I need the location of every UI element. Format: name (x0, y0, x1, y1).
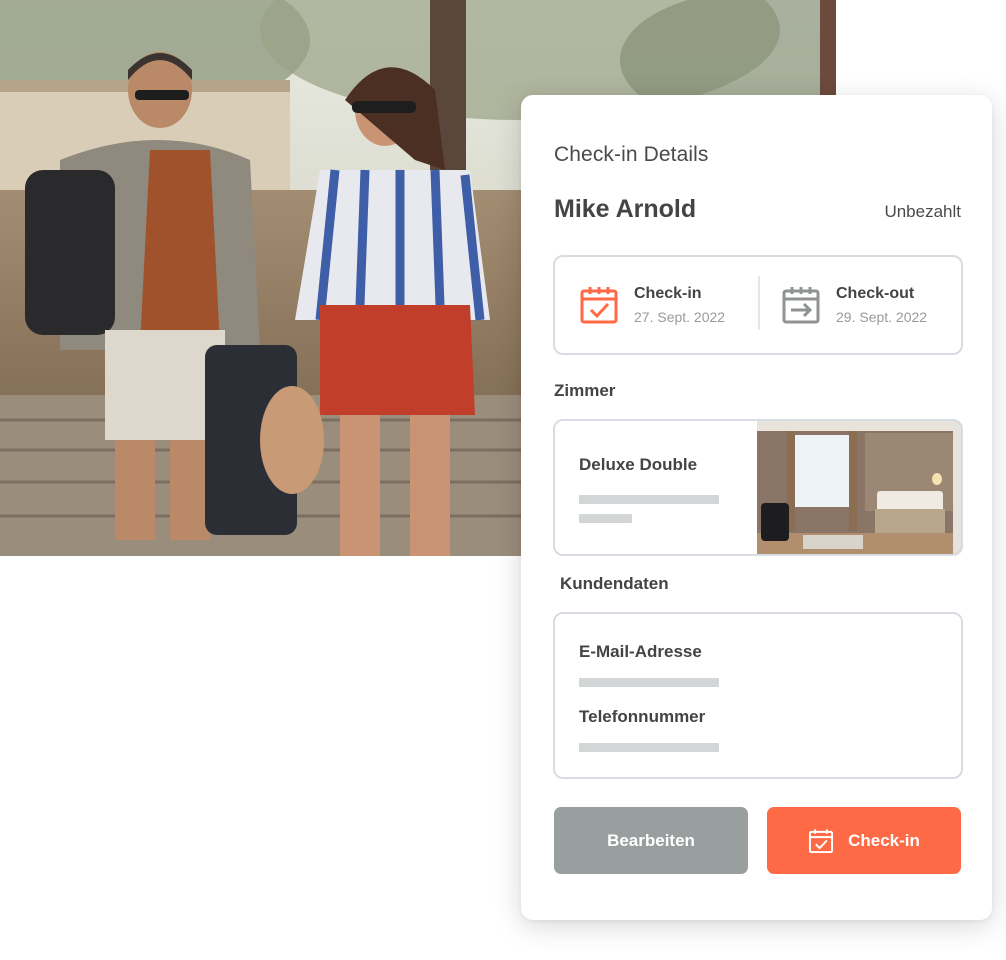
email-label: E-Mail-Adresse (579, 642, 702, 661)
customer-section-label: Kundendaten (560, 574, 669, 593)
phone-label: Telefonnummer (579, 707, 706, 726)
stay-dates-panel: Check-in 27. Sept. 2022 Check-out 29. Se… (553, 255, 963, 355)
customer-data-panel: E-Mail-Adresse Telefonnummer (553, 612, 963, 779)
checkin-details-card: Check-in Details Mike Arnold Unbezahlt C… (521, 95, 992, 920)
room-description-placeholder (579, 495, 719, 504)
email-value-placeholder (579, 678, 719, 687)
calendar-arrow-icon (782, 287, 820, 324)
phone-value-placeholder (579, 743, 719, 752)
date-divider (758, 276, 760, 330)
room-description-placeholder (579, 514, 632, 523)
checkin-page: Check-in Details Mike Arnold Unbezahlt C… (0, 0, 1006, 960)
room-panel[interactable]: Deluxe Double (553, 419, 963, 556)
room-name: Deluxe Double (579, 455, 698, 474)
card-title: Check-in Details (554, 143, 709, 166)
room-section-label: Zimmer (554, 381, 616, 400)
checkin-date-value: 27. Sept. 2022 (634, 309, 726, 325)
calendar-check-icon (809, 828, 834, 853)
checkout-date-value: 29. Sept. 2022 (836, 309, 928, 325)
checkin-button[interactable]: Check-in (767, 807, 961, 874)
checkin-date: Check-in 27. Sept. 2022 (579, 257, 725, 353)
checkout-date: Check-out 29. Sept. 2022 (781, 257, 927, 353)
edit-button[interactable]: Bearbeiten (554, 807, 748, 874)
checkin-label: Check-in (634, 285, 702, 302)
checkout-label: Check-out (836, 285, 915, 302)
payment-status: Unbezahlt (884, 202, 961, 221)
guest-name: Mike Arnold (554, 195, 697, 223)
checkin-button-label: Check-in (848, 830, 920, 850)
calendar-check-icon (580, 287, 618, 324)
hotel-room-photo (757, 421, 961, 554)
edit-button-label: Bearbeiten (607, 830, 695, 850)
